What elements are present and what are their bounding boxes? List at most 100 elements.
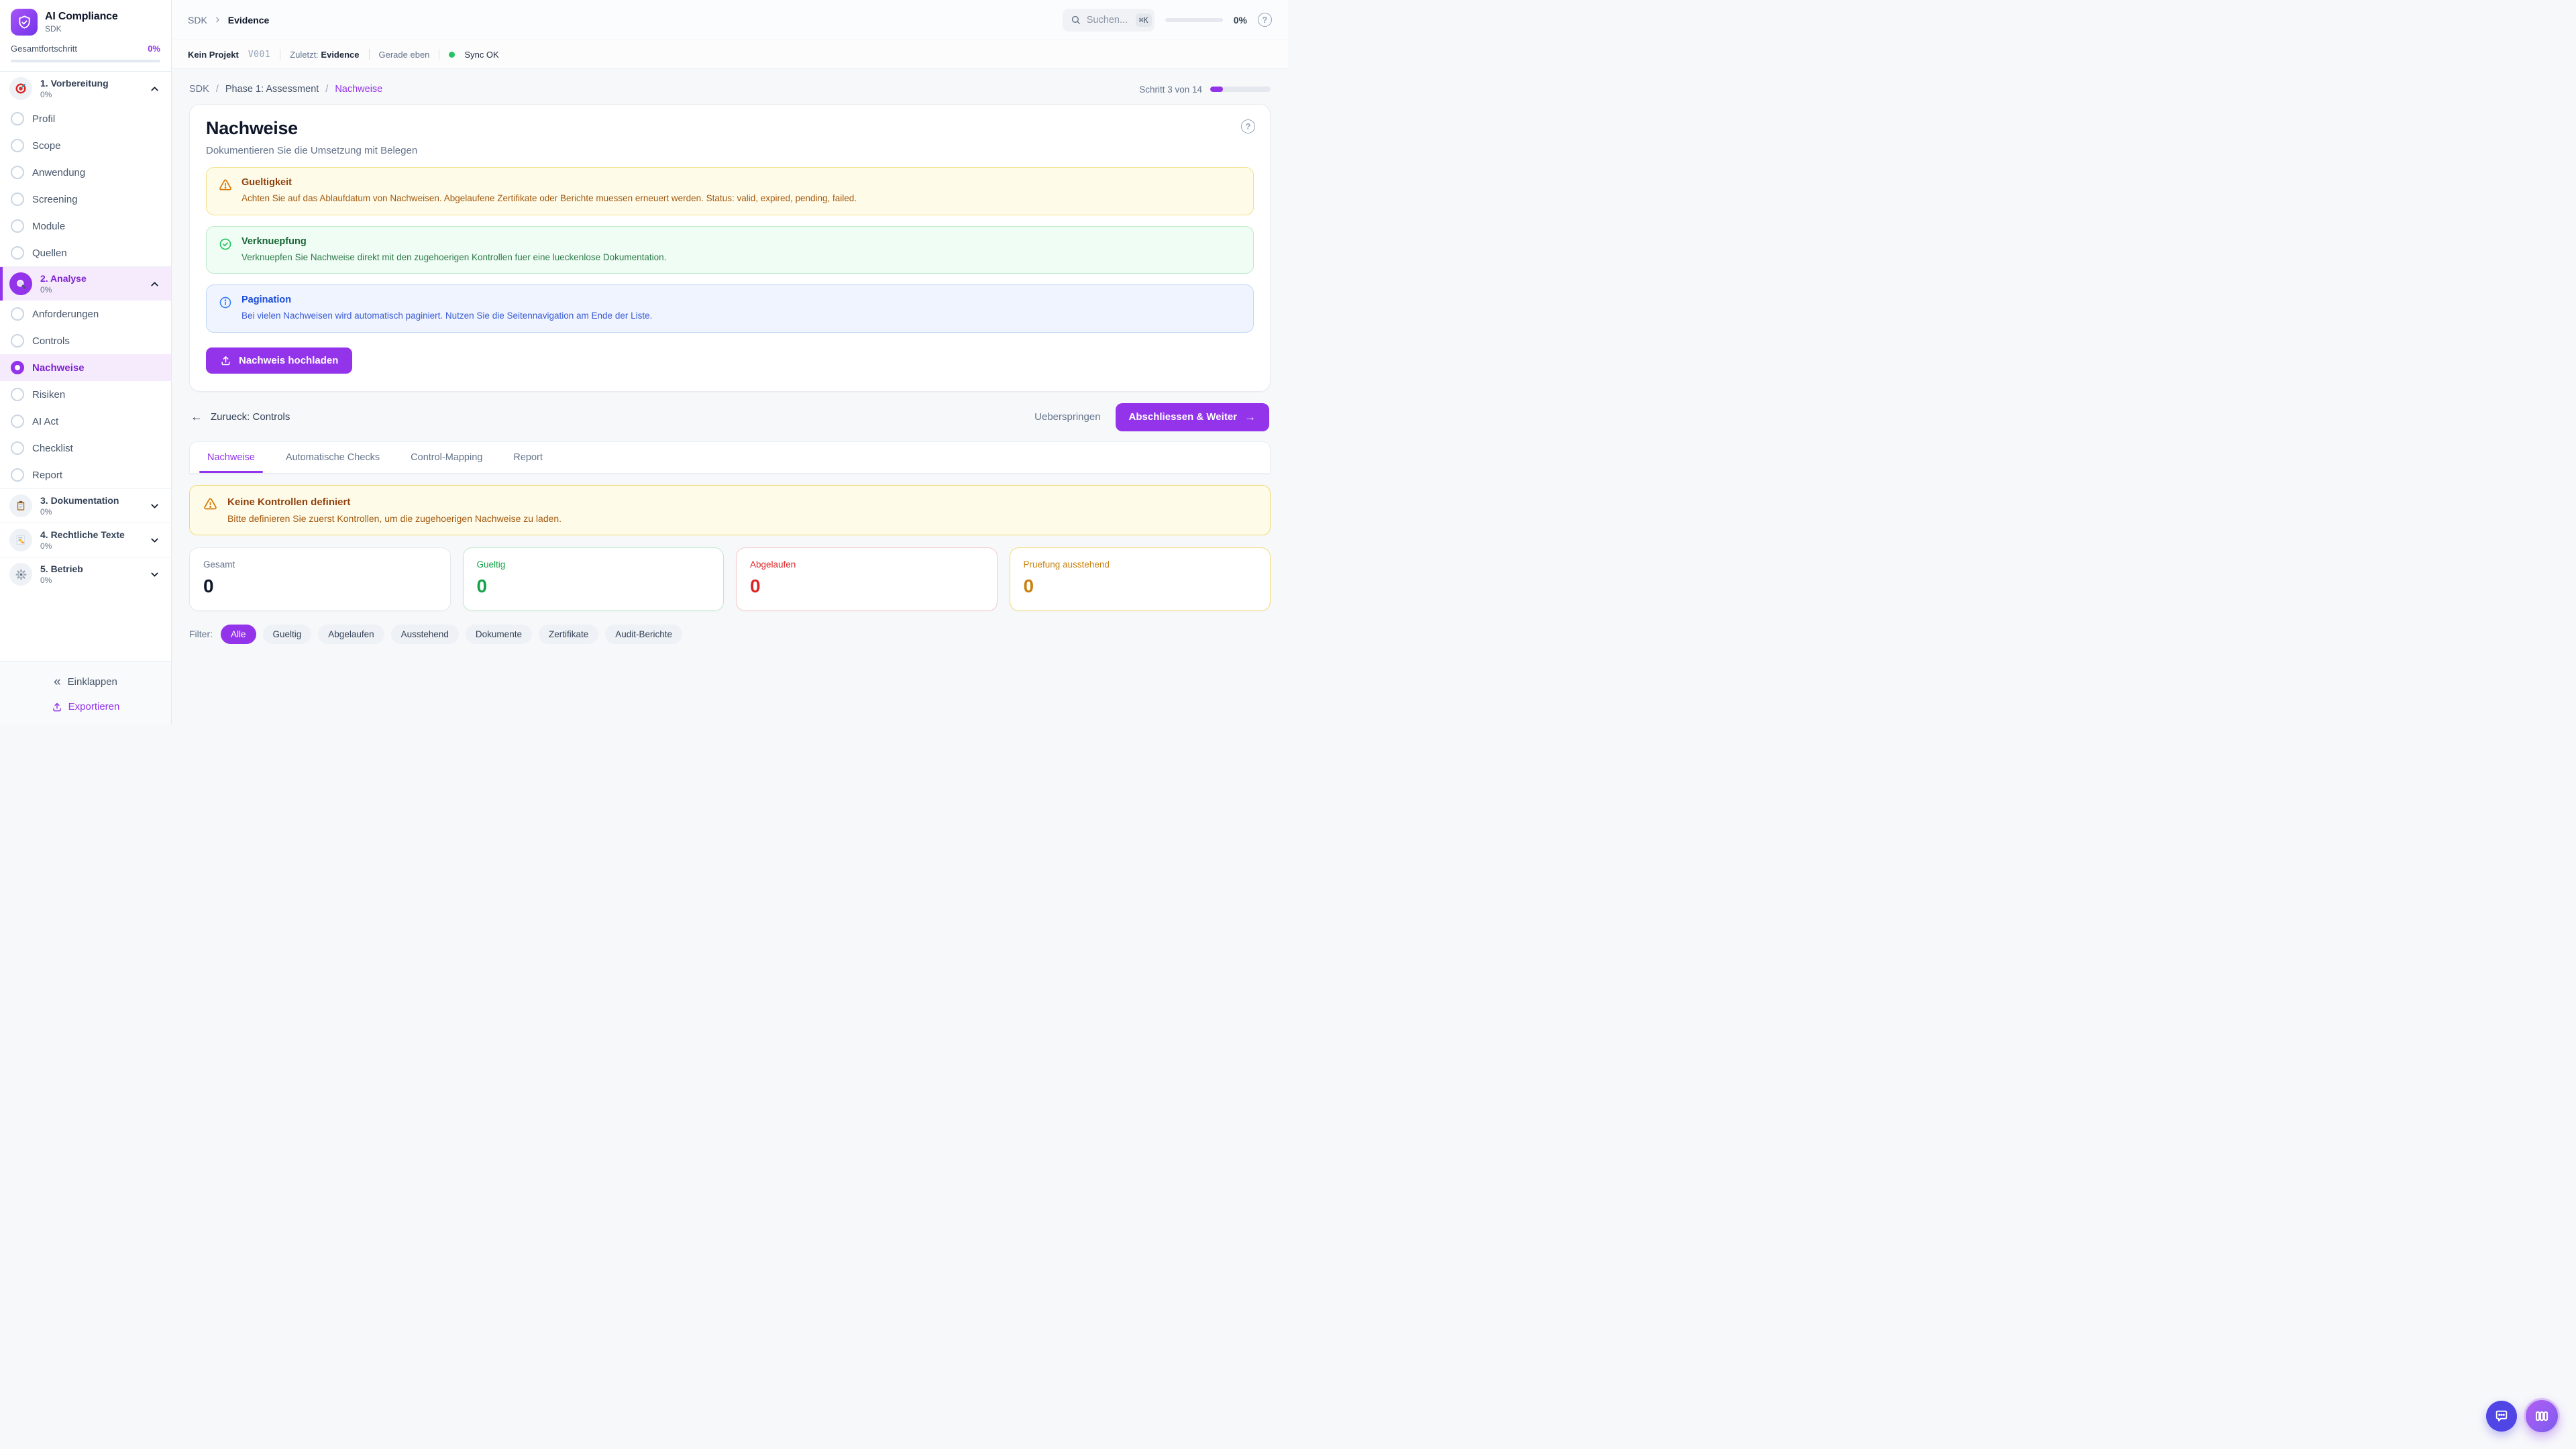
tab-report[interactable]: Report <box>513 442 543 473</box>
radio-icon <box>11 193 24 206</box>
section-label: 1. Vorbereitung <box>40 78 141 89</box>
wizard-nav: ← Zurueck: Controls Ueberspringen Abschl… <box>191 403 1269 431</box>
last-saved: Zuletzt: Evidence <box>290 50 359 60</box>
search-box[interactable]: ⌘K <box>1063 9 1155 32</box>
collapse-sidebar-button[interactable]: « Einklappen <box>54 676 117 688</box>
sidebar-item-ai-act[interactable]: AI Act <box>0 408 171 435</box>
search-input[interactable] <box>1087 15 1130 25</box>
collapse-label: Einklappen <box>68 676 117 688</box>
sidebar-item-controls[interactable]: Controls <box>0 327 171 354</box>
stat-value: 0 <box>477 576 710 597</box>
page-breadcrumb-root[interactable]: SDK <box>189 84 209 95</box>
target-icon <box>9 77 32 100</box>
sidebar-section-vorbereitung[interactable]: 1. Vorbereitung 0% <box>0 72 171 105</box>
sidebar-item-checklist[interactable]: Checklist <box>0 435 171 462</box>
radio-icon <box>11 441 24 455</box>
radio-icon <box>11 166 24 179</box>
overall-progress-bar <box>11 60 160 62</box>
help-icon[interactable]: ? <box>1241 119 1255 133</box>
callout-validity: Gueltigkeit Achten Sie auf das Ablaufdat… <box>206 167 1254 215</box>
divider <box>369 49 370 60</box>
arrow-left-icon: ← <box>191 410 203 424</box>
complete-next-button[interactable]: Abschliessen & Weiter → <box>1116 403 1269 431</box>
stats-row: Gesamt 0 Gueltig 0 Abgelaufen 0 Pruefung… <box>189 547 1271 611</box>
filter-row: Filter: Alle Gueltig Abgelaufen Ausstehe… <box>189 625 1271 644</box>
callout-pagination: Pagination Bei vielen Nachweisen wird au… <box>206 284 1254 333</box>
chat-button[interactable] <box>2486 1401 2517 1432</box>
info-circle-icon <box>219 296 232 309</box>
step-label: Schritt 3 von 14 <box>1139 85 1202 95</box>
filter-chip-ausstehend[interactable]: Ausstehend <box>391 625 459 644</box>
sidebar-item-scope[interactable]: Scope <box>0 132 171 159</box>
step-progress: Schritt 3 von 14 <box>1139 85 1271 95</box>
page-title: Nachweise <box>206 118 1254 139</box>
next-label: Abschliessen & Weiter <box>1129 411 1237 423</box>
page-header-card: ? Nachweise Dokumentieren Sie die Umsetz… <box>189 104 1271 392</box>
sync-status-label: Sync OK <box>464 50 498 60</box>
filter-chip-alle[interactable]: Alle <box>221 625 256 644</box>
breadcrumb-root[interactable]: SDK <box>188 15 207 25</box>
last-saved-time: Gerade eben <box>379 50 430 60</box>
radio-selected-icon <box>11 361 24 374</box>
status-bar: Kein Projekt V001 Zuletzt: Evidence Gera… <box>172 40 1288 69</box>
stat-value: 0 <box>1024 576 1257 597</box>
section-label: 4. Rechtliche Texte <box>40 529 141 540</box>
sidebar-item-nachweise[interactable]: Nachweise <box>0 354 171 381</box>
upload-icon <box>220 355 231 366</box>
columns-icon <box>2534 1408 2550 1424</box>
clipboard-icon <box>9 494 32 517</box>
columns-panel-button[interactable] <box>2524 1398 2560 1434</box>
no-controls-warning: Keine Kontrollen definiert Bitte definie… <box>189 485 1271 535</box>
filter-chip-gueltig[interactable]: Gueltig <box>263 625 312 644</box>
tab-nachweise[interactable]: Nachweise <box>207 442 255 473</box>
chevron-right-icon <box>213 15 222 24</box>
sidebar-item-quellen[interactable]: Quellen <box>0 239 171 266</box>
memo-icon <box>9 529 32 551</box>
stat-value: 0 <box>203 576 437 597</box>
filter-label: Filter: <box>189 629 213 639</box>
page-breadcrumb-phase[interactable]: Phase 1: Assessment <box>225 84 319 95</box>
callout-linking: Verknuepfung Verknuepfen Sie Nachweise d… <box>206 226 1254 274</box>
sidebar-item-risiken[interactable]: Risiken <box>0 381 171 408</box>
export-button[interactable]: Exportieren <box>0 701 171 712</box>
section-percent: 0% <box>40 507 141 517</box>
sidebar-item-report[interactable]: Report <box>0 462 171 488</box>
sidebar-item-anwendung[interactable]: Anwendung <box>0 159 171 186</box>
overall-progress: Gesamtfortschritt 0% <box>0 42 171 72</box>
app-subtitle: SDK <box>45 24 118 34</box>
tab-bar: Nachweise Automatische Checks Control-Ma… <box>189 441 1271 474</box>
callout-title: Gueltigkeit <box>241 177 857 188</box>
chevron-up-icon <box>149 278 160 290</box>
tab-control-mapping[interactable]: Control-Mapping <box>411 442 482 473</box>
filter-chip-zertifikate[interactable]: Zertifikate <box>539 625 598 644</box>
filter-chip-dokumente[interactable]: Dokumente <box>466 625 532 644</box>
topbar: SDK Evidence ⌘K 0% ? <box>172 0 1288 40</box>
stat-card-gueltig: Gueltig 0 <box>463 547 724 611</box>
stat-label: Gueltig <box>477 559 710 570</box>
chevron-up-icon <box>149 83 160 95</box>
sidebar-item-screening[interactable]: Screening <box>0 186 171 213</box>
tab-automatische-checks[interactable]: Automatische Checks <box>286 442 380 473</box>
sidebar-section-analyse[interactable]: 2. Analyse 0% <box>0 266 171 301</box>
sidebar-section-rechtliche-texte[interactable]: 4. Rechtliche Texte 0% <box>0 523 171 557</box>
page-breadcrumb-current: Nachweise <box>335 84 382 95</box>
radio-icon <box>11 139 24 152</box>
arrow-right-icon: → <box>1244 411 1256 424</box>
radio-icon <box>11 388 24 401</box>
sidebar-item-anforderungen[interactable]: Anforderungen <box>0 301 171 327</box>
sidebar-item-module[interactable]: Module <box>0 213 171 239</box>
sidebar-section-betrieb[interactable]: 5. Betrieb 0% <box>0 557 171 591</box>
sidebar: AI Compliance SDK Gesamtfortschritt 0% 1… <box>0 0 172 724</box>
stat-card-gesamt: Gesamt 0 <box>189 547 451 611</box>
warning-triangle-icon <box>203 497 217 515</box>
back-button[interactable]: ← Zurueck: Controls <box>191 410 290 424</box>
upload-evidence-button[interactable]: Nachweis hochladen <box>206 347 352 374</box>
sidebar-item-profil[interactable]: Profil <box>0 105 171 132</box>
filter-chip-audit-berichte[interactable]: Audit-Berichte <box>605 625 682 644</box>
sidebar-footer: « Einklappen Exportieren <box>0 661 171 724</box>
help-icon[interactable]: ? <box>1258 13 1272 27</box>
skip-button[interactable]: Ueberspringen <box>1034 411 1100 423</box>
filter-chip-abgelaufen[interactable]: Abgelaufen <box>318 625 384 644</box>
radio-icon <box>11 415 24 428</box>
sidebar-section-dokumentation[interactable]: 3. Dokumentation 0% <box>0 488 171 523</box>
